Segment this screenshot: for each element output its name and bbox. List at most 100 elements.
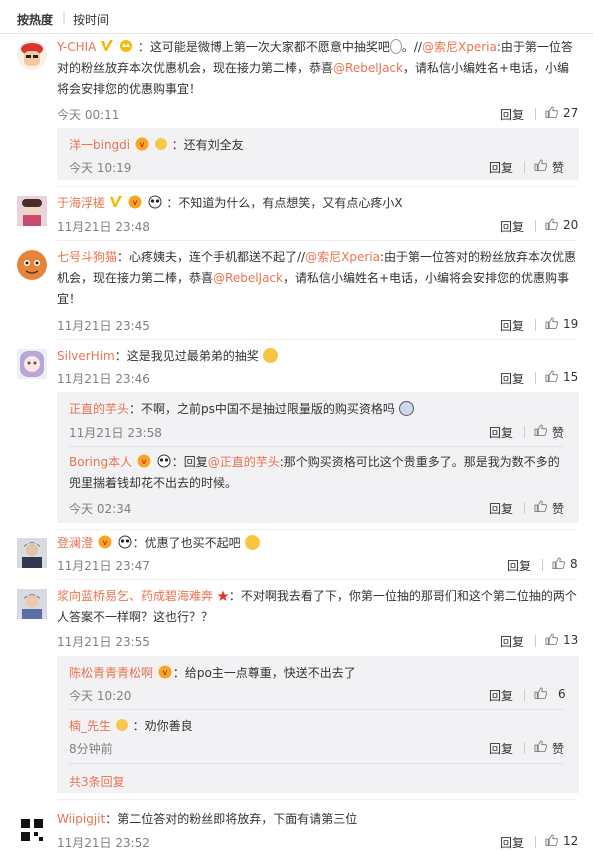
like-label[interactable]: 赞 <box>552 740 564 757</box>
verified-badge-icon <box>109 195 123 209</box>
comment-time: 11月21日 23:48 <box>57 220 150 234</box>
vip-badge-icon <box>127 195 143 209</box>
comment-author[interactable]: 浆向蓝桥易乞、药成碧海难奔 <box>57 589 213 603</box>
panda-badge-icon <box>157 454 171 468</box>
avatar[interactable] <box>17 589 47 619</box>
like-label[interactable]: 赞 <box>552 424 564 441</box>
verified-badge-icon <box>100 39 114 53</box>
reply-button[interactable]: 回复 <box>489 500 513 517</box>
reply-text: 陈松青青青松啊 ：给po主一点尊重，快送不出去了 <box>69 665 356 680</box>
panda-badge-icon <box>118 535 132 549</box>
star-badge-icon <box>217 590 229 601</box>
emoji-icon <box>389 39 402 54</box>
like-icon[interactable] <box>545 834 558 846</box>
mention-link[interactable]: @索尼Xperia <box>305 250 380 264</box>
like-count: 12 <box>563 834 579 848</box>
like-icon[interactable] <box>534 424 547 436</box>
reply-button[interactable]: 回复 <box>500 317 524 334</box>
like-icon[interactable] <box>545 106 558 118</box>
divider <box>542 559 543 571</box>
like-icon[interactable] <box>534 687 547 699</box>
reply-button[interactable]: 回复 <box>500 633 524 650</box>
comment-time: 11月21日 23:55 <box>57 635 150 649</box>
like-icon[interactable] <box>534 740 547 752</box>
comment-time: 今天 00:11 <box>57 108 120 122</box>
comment-text: SilverHim：这是我见过最弟弟的抽奖 <box>57 346 579 367</box>
like-icon[interactable] <box>534 500 547 512</box>
reply-button[interactable]: 回复 <box>489 687 513 704</box>
avatar-image <box>17 589 47 619</box>
reply-text: Boring本人 ：回复@正直的芋头:那个购买资格可比这个贵重多了。那是我为数不… <box>69 454 560 490</box>
vip-badge-icon <box>157 665 173 679</box>
avatar[interactable] <box>17 538 47 568</box>
avatar[interactable] <box>17 196 47 226</box>
comment-author[interactable]: 于海浮槎 <box>57 196 105 210</box>
like-label[interactable]: 赞 <box>552 500 564 517</box>
sort-by-hot[interactable]: 按热度 <box>17 11 53 28</box>
member-badge-icon <box>115 719 128 731</box>
mention-link[interactable]: @索尼Xperia <box>422 40 497 54</box>
avatar[interactable] <box>17 815 47 845</box>
like-count: 27 <box>563 106 579 120</box>
panda-badge-icon <box>148 195 161 209</box>
avatar[interactable] <box>17 250 47 280</box>
mention-link[interactable]: @正直的芋头 <box>208 455 280 469</box>
comment-author[interactable]: 七号斗狗猫 <box>57 250 117 264</box>
comment-text: 浆向蓝桥易乞、药成碧海难奔 ：不对啊我去看了下，你第一位抽的那哥们和这个第二位抽… <box>57 589 577 624</box>
vip-badge-icon <box>136 454 152 468</box>
comment-text: 登澜澄 ：优惠了也买不起吧 <box>57 533 579 554</box>
sort-bar: 按热度 | 按时间 <box>0 0 593 34</box>
comment-time: 11月21日 23:47 <box>57 559 150 573</box>
reply-button[interactable]: 回复 <box>500 370 524 387</box>
emoji-icon <box>398 401 414 416</box>
divider <box>524 502 525 514</box>
like-icon[interactable] <box>534 159 547 171</box>
reply-button[interactable]: 回复 <box>507 557 531 574</box>
reply-time: 8分钟前 <box>69 742 113 756</box>
reply-text: 正直的芋头：不啊，之前ps中国不是抽过限量版的购买资格吗 <box>69 399 569 420</box>
mention-link[interactable]: @RebelJack <box>333 61 403 75</box>
comment-author[interactable]: Y-CHIA <box>57 40 96 54</box>
reply-author[interactable]: Boring本人 <box>69 455 132 469</box>
like-icon[interactable] <box>545 633 558 645</box>
reply-author[interactable]: 正直的芋头 <box>69 402 129 416</box>
reply-time: 今天 02:34 <box>69 502 132 516</box>
like-icon[interactable] <box>545 317 558 329</box>
like-icon[interactable] <box>545 218 558 230</box>
reply-author[interactable]: 陈松青青青松啊 <box>69 666 153 680</box>
divider <box>535 319 536 331</box>
like-count: 8 <box>570 557 578 571</box>
reply-button[interactable]: 回复 <box>489 159 513 176</box>
comment-author[interactable]: SilverHim <box>57 349 115 363</box>
reply-button[interactable]: 回复 <box>500 106 524 123</box>
comment-author[interactable]: Wiipigjit <box>57 812 105 826</box>
reply-button[interactable]: 回复 <box>500 218 524 235</box>
emoji-icon <box>244 535 260 550</box>
comment-author[interactable]: 登澜澄 <box>57 536 93 550</box>
like-count: 15 <box>563 370 579 384</box>
divider <box>524 689 525 701</box>
like-count: 13 <box>563 633 579 647</box>
avatar[interactable] <box>17 349 47 379</box>
comment-text: 于海浮槎 ：不知道为什么，有点想笑，又有点心疼小X <box>57 195 403 210</box>
like-label[interactable]: 赞 <box>552 159 564 176</box>
like-count: 6 <box>558 687 566 701</box>
like-count: 20 <box>563 218 579 232</box>
divider <box>69 446 564 447</box>
avatar[interactable] <box>17 40 47 70</box>
reply-button[interactable]: 回复 <box>489 740 513 757</box>
avatar-image <box>17 196 47 226</box>
reply-button[interactable]: 回复 <box>500 834 524 851</box>
reply-button[interactable]: 回复 <box>489 424 513 441</box>
divider <box>535 372 536 384</box>
reply-text: 楠_先生 ：劝你善良 <box>69 719 193 733</box>
more-replies-link[interactable]: 共3条回复 <box>69 773 125 790</box>
like-icon[interactable] <box>545 370 558 382</box>
reply-author[interactable]: 楠_先生 <box>69 719 111 733</box>
like-icon[interactable] <box>552 557 565 569</box>
reply-author[interactable]: 洋一bingdi <box>69 138 130 152</box>
divider <box>69 763 564 764</box>
sort-by-time[interactable]: 按时间 <box>73 11 109 28</box>
reply-text: 洋一bingdi ：还有刘全友 <box>69 138 244 152</box>
mention-link[interactable]: @RebelJack <box>213 271 283 285</box>
